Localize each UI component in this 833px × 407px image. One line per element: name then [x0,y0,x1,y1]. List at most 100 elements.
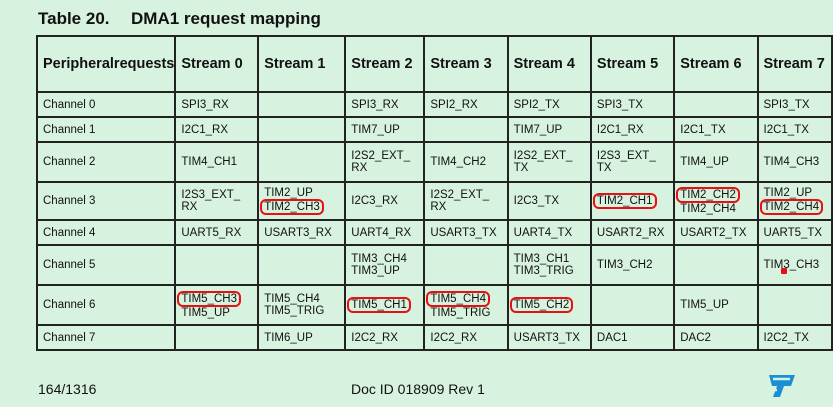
corner-header: Peripheralrequests [35,35,177,93]
request-name: TIM4_CH1 [181,156,237,168]
request-cell [423,116,509,143]
request-cell: SPI2_RX [423,91,509,118]
request-name: UART5_TX [763,226,823,239]
channel-label: Channel 5 [35,244,177,286]
request-cell: USART3_TX [506,324,592,351]
request-name: I2S2_EXT_ [351,150,411,162]
request-name: TIM4_CH3 [763,156,820,168]
request-cell [673,91,759,118]
request-cell: TIM2_UP TIM2_CH3 [257,181,347,221]
request-cell [174,244,260,286]
channel-label: Channel 1 [35,116,177,143]
request-name: TIM5_UP [181,307,230,319]
request-name: I2C1_RX [181,123,229,136]
table-title-text: DMA1 request mapping [131,9,321,28]
request-name: I2C1_RX [596,123,644,136]
stream-header: Stream 6 [673,35,759,93]
request-cell [174,324,260,351]
request-name: USART3_TX [513,331,580,344]
highlighted-request: TIM5_CH1 [347,297,411,313]
table-header-row: Peripheralrequests Stream 0 Stream 1 Str… [35,35,833,93]
request-name: TIM4_UP [680,156,729,168]
request-cell: USART2_RX [589,219,676,246]
request-cell: USART2_TX [673,219,759,246]
stream-header: Stream 1 [257,35,347,93]
request-name: USART3_TX [430,226,497,239]
request-cell: TIM3_CH2 [589,244,676,286]
request-name: I2C2_TX [763,331,809,344]
request-name: TX [596,162,612,174]
highlighted-request: TIM2_CH3 [260,199,324,215]
request-name: TIM3_CH4 [351,253,407,265]
request-name: TIM5_UP [680,299,729,311]
request-cell: TIM2_CH2 TIM2_CH4 [673,181,759,221]
request-cell: DAC1 [589,324,676,351]
request-name: DAC1 [596,331,628,344]
highlighted-request: TIM5_CH4 [426,291,490,307]
request-name: TIM3_CH2 [596,259,653,271]
request-cell: I2S3_EXT_ TX [589,141,676,183]
request-name: USART3_RX [264,226,332,239]
request-name: I2S2_EXT_ [430,189,490,201]
request-name: SPI3_TX [596,98,643,111]
request-cell [423,244,509,286]
table-row: Channel 0 SPI3_RX SPI3_RX SPI2_RX SPI2_TX SPI… [35,91,833,118]
request-cell: UART5_RX [174,219,260,246]
highlighted-request: TIM2_CH4 [759,199,824,215]
request-name: I2C2_RX [351,331,398,344]
request-name: TIM5_CH4 [264,293,320,305]
dma-request-table: Peripheralrequests Stream 0 Stream 1 Str… [35,35,833,351]
request-cell: I2C3_RX [344,181,426,221]
request-cell [257,244,347,286]
request-cell: SPI2_TX [506,91,592,118]
request-name: TIM5_TRIG [430,307,491,319]
request-cell: TIM2_UP TIM2_CH4 [756,181,833,221]
request-cell: TIM4_CH1 [174,141,260,183]
request-name: UART4_RX [351,226,412,239]
stream-header: Stream 4 [506,35,592,93]
request-name: I2C2_RX [430,331,478,344]
request-cell: TIM7_UP [506,116,592,143]
request-cell: TIM5_UP [673,284,759,326]
request-cell: TIM2_CH1 [589,181,676,221]
request-name: TIM5_TRIG [264,305,325,317]
request-name: I2C3_RX [351,195,398,207]
request-name: SPI2_RX [430,98,478,111]
request-name: SPI3_RX [351,98,399,111]
request-name: TIM3_CH3 [763,259,820,271]
request-name: UART5_RX [181,226,242,239]
request-name: I2S3_EXT_ [181,189,241,201]
st-logo-icon [769,375,795,397]
request-cell: TIM6_UP [257,324,347,351]
request-name: TIM3_CH1 [513,253,570,265]
request-name: RX [181,201,198,213]
channel-label: Channel 4 [35,219,177,246]
request-name: UART4_TX [513,226,573,239]
highlighted-request: TIM5_CH2 [509,297,574,313]
page-number: 164/1316 [38,381,97,397]
request-cell [673,244,759,286]
table-row: Channel 2 TIM4_CH1 I2S2_EXT_ RX TIM4_CH2 I2S2… [35,141,833,183]
request-cell [257,141,347,183]
request-name: USART2_RX [596,226,665,239]
request-cell: UART4_RX [344,219,426,246]
stream-header: Stream 5 [589,35,676,93]
request-name: I2C1_TX [680,123,726,136]
request-name: TIM7_UP [351,123,400,136]
request-cell: TIM5_CH4 TIM5_TRIG [423,284,509,326]
request-cell: I2C2_TX [756,324,833,351]
request-cell: USART3_RX [257,219,347,246]
request-cell: SPI3_TX [589,91,676,118]
request-name: TX [513,162,529,174]
request-cell: I2C2_RX [423,324,509,351]
channel-label: Channel 7 [35,324,177,351]
request-name: RX [351,162,368,174]
table-row: Channel 1 I2C1_RX TIM7_UP TIM7_UP I2C1_RX I2C… [35,116,833,143]
request-name: TIM6_UP [264,331,313,344]
request-name: USART2_TX [680,226,747,239]
request-cell: I2C1_TX [756,116,833,143]
request-cell: SPI3_RX [344,91,426,118]
request-cell: TIM3_CH4 TIM3_UP [344,244,426,286]
request-cell: UART5_TX [756,219,833,246]
doc-id: Doc ID 018909 Rev 1 [351,381,485,397]
